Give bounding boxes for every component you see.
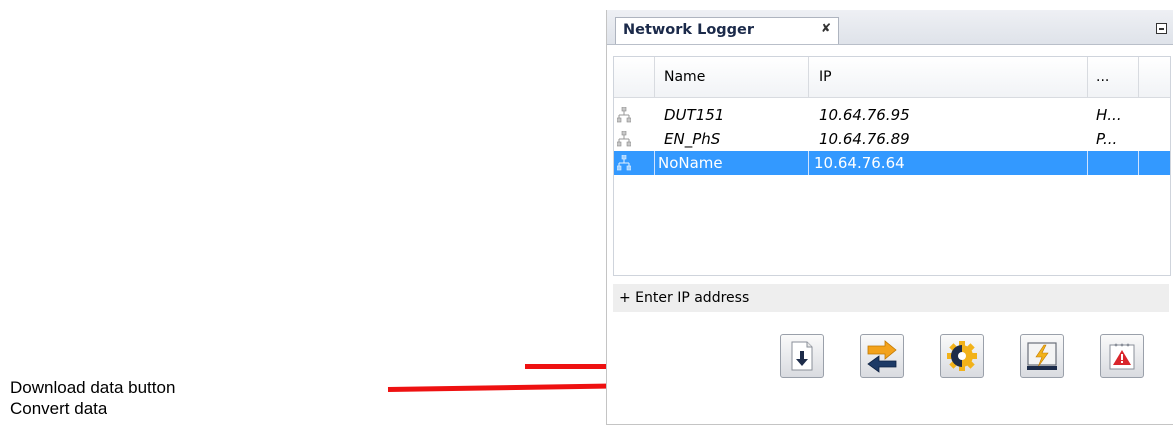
enter-ip-address-row[interactable]: + Enter IP address — [613, 284, 1169, 312]
minimize-icon[interactable] — [1156, 23, 1167, 34]
network-node-icon — [617, 155, 631, 171]
enter-ip-address-label: + Enter IP address — [619, 290, 750, 306]
logger-table: Name IP ... DUT151 10.64.76.95 H... EN_P… — [613, 56, 1171, 276]
download-icon — [791, 341, 813, 371]
table-row[interactable]: EN_PhS 10.64.76.89 P... — [614, 127, 1170, 151]
close-icon[interactable]: ✘ — [821, 21, 831, 35]
settings-button[interactable] — [940, 334, 984, 378]
row-ip: 10.64.76.64 — [814, 154, 905, 172]
convert-data-annotation: Convert data — [10, 399, 108, 418]
download-data-button[interactable] — [780, 334, 824, 378]
convert-data-button[interactable] — [860, 334, 904, 378]
column-header-ip[interactable]: IP — [819, 69, 832, 85]
row-ip: 10.64.76.89 — [819, 130, 910, 148]
row-name: NoName — [658, 154, 723, 172]
settings-icon — [947, 341, 977, 371]
network-logger-panel: Network Logger ✘ Name IP ... DUT151 10.6… — [606, 10, 1173, 425]
table-row[interactable]: DUT151 10.64.76.95 H... — [614, 103, 1170, 127]
row-name: EN_PhS — [664, 130, 721, 148]
network-node-icon — [617, 131, 631, 147]
network-node-icon — [617, 107, 631, 123]
power-icon — [1027, 342, 1057, 370]
row-extra: H... — [1096, 106, 1122, 124]
convert-icon — [867, 340, 897, 373]
table-header: Name IP ... — [614, 57, 1170, 98]
row-name: DUT151 — [664, 106, 725, 124]
download-data-annotation: Download data button — [10, 378, 176, 397]
alarm-calendar-icon — [1109, 343, 1135, 370]
tab-network-logger[interactable]: Network Logger ✘ — [615, 17, 839, 44]
column-header-name[interactable]: Name — [664, 69, 705, 85]
power-button[interactable] — [1020, 334, 1064, 378]
row-extra: P... — [1096, 130, 1118, 148]
tab-bar: Network Logger ✘ — [607, 10, 1173, 45]
tab-title: Network Logger — [623, 22, 755, 38]
alarm-calendar-button[interactable] — [1100, 334, 1144, 378]
column-header-more[interactable]: ... — [1096, 69, 1109, 85]
row-ip: 10.64.76.95 — [819, 106, 910, 124]
table-row-selected[interactable]: NoName 10.64.76.64 — [614, 151, 1170, 175]
